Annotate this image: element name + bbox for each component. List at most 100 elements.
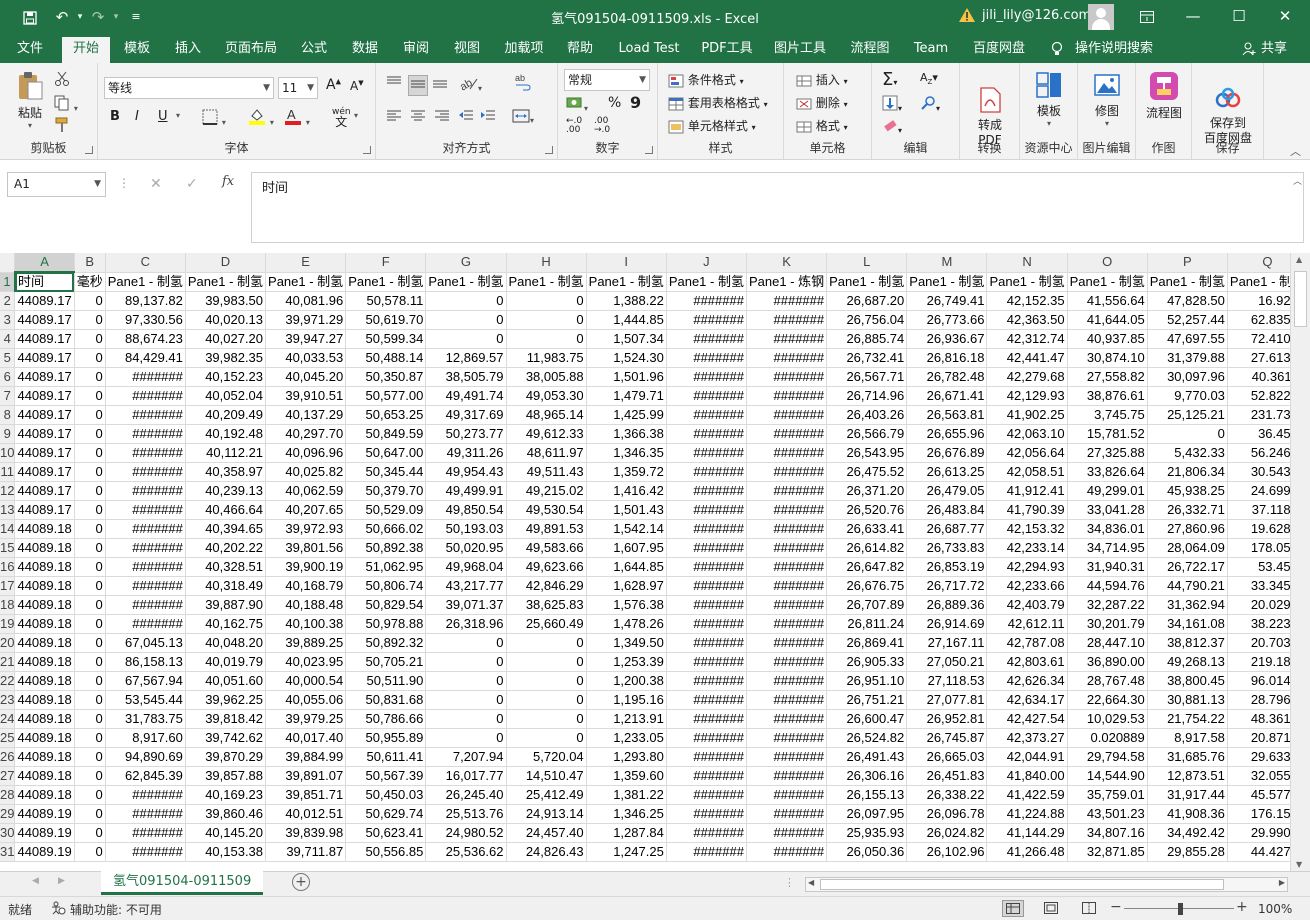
sort-filter-icon[interactable]: AZ▾ — [920, 71, 938, 86]
row-header[interactable]: 21 — [0, 652, 16, 672]
cell[interactable]: 26,756.04 — [826, 310, 908, 330]
cell[interactable]: 44089.18 — [14, 747, 75, 767]
cell[interactable]: 1,195.16 — [586, 690, 667, 710]
cell[interactable]: 40,297.70 — [265, 424, 347, 444]
cell[interactable]: 26,732.41 — [826, 348, 908, 368]
column-header-j[interactable]: J — [666, 253, 747, 273]
row-header[interactable]: 7 — [0, 386, 16, 406]
cell[interactable]: 39,982.35 — [185, 348, 267, 368]
cell[interactable]: 26,318.96 — [425, 614, 507, 634]
cell[interactable]: ####### — [666, 500, 747, 520]
cell[interactable]: ####### — [746, 728, 828, 748]
phonetic-icon[interactable]: wén 文 — [332, 107, 351, 129]
cell[interactable]: 49,053.30 — [506, 386, 587, 406]
cell[interactable]: 49,583.66 — [506, 538, 587, 558]
cell[interactable]: 0 — [74, 690, 106, 710]
cell[interactable]: 10,029.53 — [1067, 709, 1148, 729]
cell[interactable]: 26,722.17 — [1147, 557, 1228, 577]
cell[interactable]: 42,058.51 — [986, 462, 1068, 482]
cell[interactable]: 0 — [74, 557, 106, 577]
cell[interactable]: 0 — [74, 310, 106, 330]
cell[interactable]: 29.99079 — [1227, 823, 1290, 843]
font-size-select[interactable]: 11 ▼ — [278, 77, 318, 99]
row-header[interactable]: 5 — [0, 348, 16, 368]
cell[interactable]: 44089.18 — [14, 557, 75, 577]
cell[interactable]: 39,947.27 — [265, 329, 347, 349]
share-icon[interactable] — [1240, 35, 1258, 63]
cell[interactable]: 21,806.34 — [1147, 462, 1228, 482]
conditional-format-button[interactable]: 条件格式 ▾ — [668, 71, 744, 88]
cell[interactable]: 11,983.75 — [506, 348, 587, 368]
cell[interactable]: 43,501.23 — [1067, 804, 1148, 824]
cell[interactable]: 42,846.29 — [506, 576, 587, 596]
tab-page-layout[interactable]: 页面布局 — [220, 35, 282, 63]
cell[interactable]: 40,209.49 — [185, 405, 267, 425]
column-header-p[interactable]: P — [1147, 253, 1228, 273]
row-header[interactable]: 26 — [0, 747, 16, 767]
cell[interactable]: ####### — [746, 804, 828, 824]
insert-cells-button[interactable]: 插入 ▾ — [796, 71, 848, 88]
cell[interactable]: 178.0591 — [1227, 538, 1290, 558]
save-icon[interactable] — [18, 6, 42, 28]
cell[interactable]: 1,425.99 — [586, 405, 667, 425]
cell[interactable]: 50,556.85 — [345, 842, 427, 862]
cell[interactable]: 44089.18 — [14, 519, 75, 539]
cell[interactable]: 26,671.41 — [906, 386, 988, 406]
cell[interactable]: 39,910.51 — [265, 386, 347, 406]
cell[interactable]: 40,394.65 — [185, 519, 267, 539]
cell[interactable]: 30,097.96 — [1147, 367, 1228, 387]
cell[interactable]: 26,745.87 — [906, 728, 988, 748]
row-header[interactable]: 28 — [0, 785, 16, 805]
cell[interactable]: ####### — [746, 747, 828, 767]
cell[interactable]: 32,287.22 — [1067, 595, 1148, 615]
row-header[interactable]: 19 — [0, 614, 16, 634]
cell[interactable]: 50,647.00 — [345, 443, 427, 463]
cell[interactable]: ####### — [746, 576, 828, 596]
cell[interactable]: 231.7319 — [1227, 405, 1290, 425]
cell[interactable]: 25,935.93 — [826, 823, 908, 843]
cell[interactable]: 1,381.22 — [586, 785, 667, 805]
cell[interactable]: 1,233.05 — [586, 728, 667, 748]
cell[interactable]: 44089.17 — [14, 405, 75, 425]
cell[interactable]: ####### — [746, 595, 828, 615]
increase-font-icon[interactable]: A▲ — [326, 77, 341, 93]
cell[interactable]: 1,346.35 — [586, 443, 667, 463]
cell[interactable]: Pane1 - 制氢 — [826, 272, 908, 292]
cell[interactable]: 39,818.42 — [185, 709, 267, 729]
tab-help[interactable]: 帮助 — [558, 35, 602, 63]
cell[interactable]: 0 — [74, 633, 106, 653]
cell[interactable]: 26,566.79 — [826, 424, 908, 444]
cell[interactable]: 26,782.48 — [906, 367, 988, 387]
cell[interactable]: 97,330.56 — [105, 310, 186, 330]
cell[interactable]: 26,102.96 — [906, 842, 988, 862]
cell[interactable]: 26,563.81 — [906, 405, 988, 425]
cell[interactable]: 96.01493 — [1227, 671, 1290, 691]
cell[interactable]: 42,427.54 — [986, 709, 1068, 729]
number-launcher-icon[interactable] — [645, 146, 653, 154]
cell[interactable]: ####### — [666, 405, 747, 425]
cell[interactable]: 89,137.82 — [105, 291, 186, 311]
cell[interactable]: 24,980.52 — [425, 823, 507, 843]
cell[interactable]: 40,025.82 — [265, 462, 347, 482]
cell[interactable]: 49,215.02 — [506, 481, 587, 501]
cell[interactable]: 28,064.09 — [1147, 538, 1228, 558]
cell[interactable]: 0 — [74, 500, 106, 520]
tab-view[interactable]: 视图 — [445, 35, 489, 63]
row-header[interactable]: 23 — [0, 690, 16, 710]
cell[interactable]: 43,217.77 — [425, 576, 507, 596]
cell[interactable]: 9,770.03 — [1147, 386, 1228, 406]
cell[interactable]: ####### — [666, 310, 747, 330]
maximize-icon[interactable]: ☐ — [1216, 0, 1262, 33]
row-header[interactable]: 8 — [0, 405, 16, 425]
row-header[interactable]: 15 — [0, 538, 16, 558]
cell[interactable]: 62,845.39 — [105, 766, 186, 786]
row-header[interactable]: 24 — [0, 709, 16, 729]
cell[interactable]: 39,870.29 — [185, 747, 267, 767]
cell[interactable]: 39,860.46 — [185, 804, 267, 824]
accessibility-status[interactable]: 辅助功能: 不可用 — [70, 901, 162, 918]
cell[interactable]: 44089.18 — [14, 709, 75, 729]
cell[interactable]: 25,660.49 — [506, 614, 587, 634]
cell[interactable]: 38,812.37 — [1147, 633, 1228, 653]
cell[interactable]: 40,019.79 — [185, 652, 267, 672]
cell[interactable]: ####### — [746, 329, 828, 349]
